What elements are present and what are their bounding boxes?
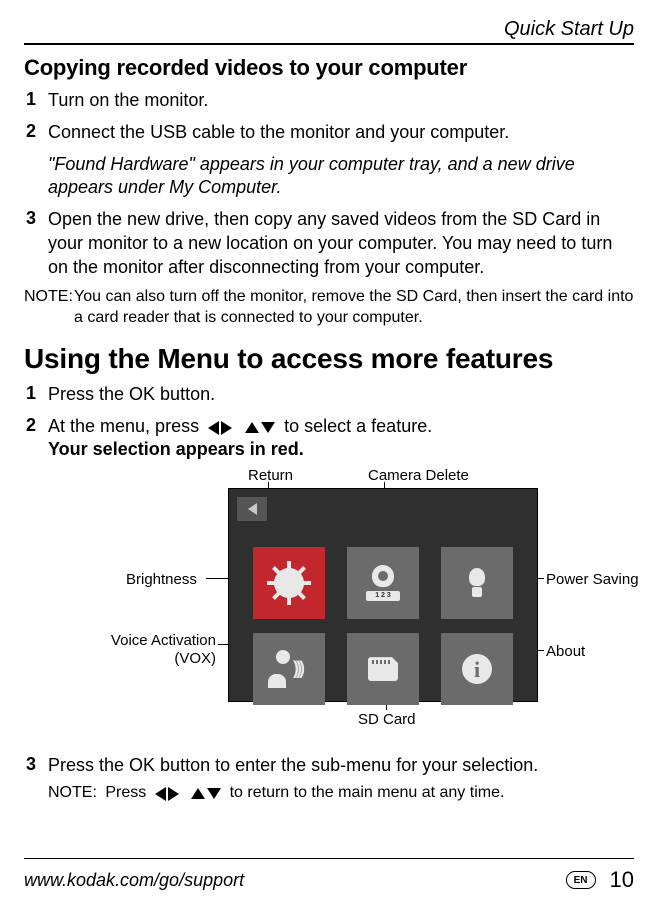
step-body: Press the OK button to enter the sub-men…	[48, 754, 538, 803]
copy-note: NOTE: You can also turn off the monitor,…	[24, 287, 634, 329]
menu-steps-list: 1 Press the OK button. 2 At the menu, pr…	[24, 383, 634, 803]
step-number: 2	[26, 121, 48, 200]
menu-step-3: 3 Press the OK button to enter the sub-m…	[24, 754, 634, 803]
camera-bar-numbers: 1 2 3	[366, 591, 400, 601]
voice-activation-icon: )))	[276, 650, 302, 688]
section-header: Quick Start Up	[24, 18, 634, 41]
up-down-arrows-icon	[245, 422, 275, 433]
copy-steps-list: 1 Turn on the monitor. 2 Connect the USB…	[24, 89, 634, 279]
step-prefix: At the menu, press	[48, 416, 199, 436]
step-number: 3	[26, 754, 48, 803]
up-down-arrows-icon	[191, 788, 221, 799]
copy-step-1: 1 Turn on the monitor.	[24, 89, 634, 113]
page-number: 10	[610, 867, 634, 893]
tile-brightness	[253, 547, 325, 619]
menu-grid: 1 2 3 )))	[253, 547, 513, 705]
step-number: 1	[26, 89, 48, 113]
tile-power-saving	[441, 547, 513, 619]
menu-figure: Return Camera Delete Brightness Voice Ac…	[48, 466, 432, 746]
callout-vox: Voice Activation (VOX)	[96, 632, 216, 668]
tile-sd-card	[347, 633, 419, 705]
step-body: Turn on the monitor.	[48, 89, 208, 113]
step-number: 1	[26, 383, 48, 407]
heading-using-menu: Using the Menu to access more features	[24, 343, 634, 375]
left-right-arrows-icon	[208, 421, 232, 435]
left-right-arrows-icon	[155, 787, 179, 801]
brightness-icon	[274, 568, 304, 598]
note-label: NOTE:	[48, 784, 97, 801]
camera-icon: 1 2 3	[363, 565, 403, 601]
menu-step-2: 2 At the menu, press to select a feature…	[24, 415, 634, 747]
step-number: 2	[26, 415, 48, 747]
step-number: 3	[26, 208, 48, 279]
step-result-text: "Found Hardware" appears in your compute…	[48, 153, 634, 201]
info-icon: i	[462, 654, 492, 684]
callout-power-saving: Power Saving	[546, 570, 639, 590]
menu-step-1: 1 Press the OK button.	[24, 383, 634, 407]
footer-url: www.kodak.com/go/support	[24, 870, 244, 891]
note-suffix: to return to the main menu at any time.	[230, 784, 505, 801]
page-footer: www.kodak.com/go/support EN 10	[24, 858, 634, 893]
step-bold-line: Your selection appears in red.	[48, 439, 304, 459]
note-label: NOTE:	[24, 287, 74, 329]
step-text: Press the OK button to enter the sub-men…	[48, 755, 538, 775]
callout-return: Return	[248, 466, 293, 486]
copy-step-2: 2 Connect the USB cable to the monitor a…	[24, 121, 634, 200]
callout-brightness: Brightness	[126, 570, 197, 590]
return-tile	[237, 497, 267, 521]
language-badge: EN	[566, 871, 596, 889]
sd-card-icon	[368, 657, 398, 681]
step-body: At the menu, press to select a feature. …	[48, 415, 432, 747]
tile-camera-delete: 1 2 3	[347, 547, 419, 619]
step-body: Open the new drive, then copy any saved …	[48, 208, 634, 279]
heading-copy-videos: Copying recorded videos to your computer	[24, 55, 634, 81]
step-body: Connect the USB cable to the monitor and…	[48, 121, 634, 200]
callout-sd-card: SD Card	[358, 710, 416, 730]
step-text: Connect the USB cable to the monitor and…	[48, 122, 509, 142]
step-note: NOTE: Press to return to the main menu a…	[48, 782, 538, 803]
tile-vox: )))	[253, 633, 325, 705]
bulb-icon	[469, 568, 485, 598]
device-screen: 1 2 3 )))	[228, 488, 538, 702]
copy-step-3: 3 Open the new drive, then copy any save…	[24, 208, 634, 279]
callout-about: About	[546, 642, 585, 662]
step-suffix: to select a feature.	[284, 416, 432, 436]
note-prefix: Press	[105, 784, 146, 801]
step-body: Press the OK button.	[48, 383, 215, 407]
header-rule	[24, 43, 634, 45]
note-text: You can also turn off the monitor, remov…	[74, 287, 634, 329]
tile-about: i	[441, 633, 513, 705]
callout-vox-line2: (VOX)	[174, 650, 216, 667]
back-arrow-icon	[248, 503, 257, 515]
callout-vox-line1: Voice Activation	[111, 632, 216, 649]
